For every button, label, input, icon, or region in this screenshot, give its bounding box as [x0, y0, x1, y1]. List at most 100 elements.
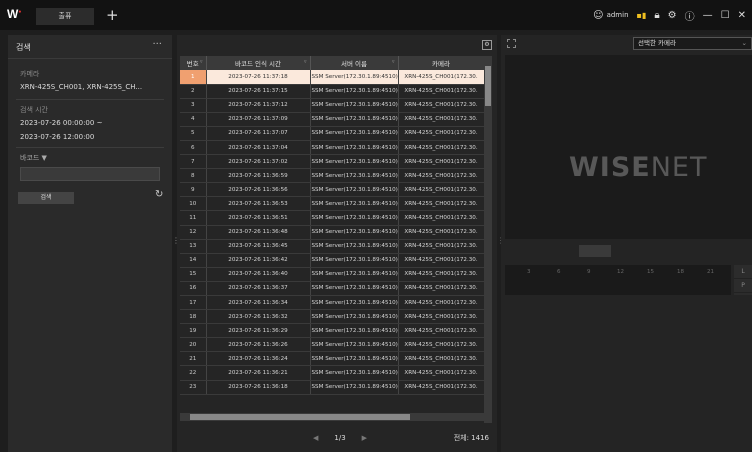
- barcode-input[interactable]: [20, 167, 160, 181]
- search-time-from[interactable]: 2023-07-26 00:00:00 ~: [20, 119, 102, 127]
- timeline-buttons: L P: [734, 265, 752, 295]
- cell-number: 21: [180, 351, 207, 367]
- cell-number: 10: [180, 196, 207, 212]
- cell-time: 2023-07-26 11:36:18: [206, 380, 311, 395]
- table-row[interactable]: 20 2023-07-26 11:36:26 SSM Server(172.30.1…: [180, 337, 485, 353]
- camera-select[interactable]: 선택한 카메라 ⌄: [633, 37, 752, 50]
- cell-server: SSM Server(172.30.1.89:4510): [310, 337, 399, 353]
- table-row[interactable]: 17 2023-07-26 11:36:34 SSM Server(172.30.1…: [180, 295, 485, 311]
- add-tab-button[interactable]: +: [106, 6, 119, 24]
- column-header-camera[interactable]: 카메라: [398, 56, 485, 70]
- table-row[interactable]: 15 2023-07-26 11:36:40 SSM Server(172.30.1…: [180, 267, 485, 282]
- search-time-to[interactable]: 2023-07-26 12:00:00: [20, 133, 94, 141]
- cell-time: 2023-07-26 11:36:40: [206, 267, 311, 282]
- table-row[interactable]: 10 2023-07-26 11:36:53 SSM Server(172.30.1…: [180, 196, 485, 212]
- table-row[interactable]: 4 2023-07-26 11:37:09 SSM Server(172.30.1.…: [180, 112, 485, 127]
- table-row[interactable]: 1 2023-07-26 11:37:18 SSM Server(172.30.1.…: [180, 70, 485, 85]
- search-time-label: 검색 시간: [20, 106, 48, 114]
- table-row[interactable]: 7 2023-07-26 11:37:02 SSM Server(172.30.1.…: [180, 154, 485, 170]
- table-row[interactable]: 8 2023-07-26 11:36:59 SSM Server(172.30.1.…: [180, 168, 485, 184]
- timeline-tick: 12: [617, 269, 624, 275]
- filter-icon[interactable]: ▿: [392, 59, 395, 65]
- cell-server: SSM Server(172.30.1.89:4510): [310, 295, 399, 311]
- table-row[interactable]: 11 2023-07-26 11:36:51 SSM Server(172.30.1…: [180, 210, 485, 226]
- maximize-icon[interactable]: ☐: [721, 10, 730, 21]
- prev-page-icon[interactable]: ◀: [313, 434, 318, 442]
- video-view[interactable]: WISENET: [505, 55, 752, 239]
- table-row[interactable]: 19 2023-07-26 11:36:29 SSM Server(172.30.1…: [180, 323, 485, 339]
- close-icon[interactable]: ✕: [738, 10, 746, 21]
- lock-icon[interactable]: 🔒︎: [654, 10, 659, 21]
- info-icon[interactable]: ⓘ: [685, 8, 695, 23]
- table-row[interactable]: 14 2023-07-26 11:36:42 SSM Server(172.30.1…: [180, 253, 485, 268]
- barcode-dropdown[interactable]: 바코드 ▼: [20, 153, 47, 163]
- cell-number: 16: [180, 281, 207, 297]
- cell-time: 2023-07-26 11:36:48: [206, 225, 311, 240]
- column-settings-icon[interactable]: ⚙: [482, 40, 492, 50]
- cell-number: 1: [180, 70, 207, 85]
- search-panel-header: 검색 ···: [8, 35, 172, 59]
- column-header-number[interactable]: 번호 ▿: [180, 56, 207, 70]
- table-row[interactable]: 13 2023-07-26 11:36:45 SSM Server(172.30.1…: [180, 239, 485, 254]
- column-header-time[interactable]: 바코드 인식 시간 ▿: [206, 56, 311, 70]
- viewer-panel: 선택한 카메라 ⌄ WISENET 3 6 9 12 15 18 21 L P: [501, 35, 752, 452]
- table-row[interactable]: 16 2023-07-26 11:36:37 SSM Server(172.30.1…: [180, 281, 485, 297]
- table-row[interactable]: 5 2023-07-26 11:37:07 SSM Server(172.30.1.…: [180, 126, 485, 141]
- cell-camera: XRN-425S_CH001(172.30.: [398, 140, 485, 156]
- table-body: 1 2023-07-26 11:37:18 SSM Server(172.30.1.…: [180, 70, 485, 395]
- timeline[interactable]: 3 6 9 12 15 18 21: [505, 265, 731, 295]
- scroll-thumb[interactable]: [485, 66, 491, 106]
- minimize-icon[interactable]: —: [703, 10, 713, 21]
- expand-icon[interactable]: [507, 39, 516, 48]
- refresh-icon[interactable]: ↻: [155, 189, 163, 200]
- cell-camera: XRN-425S_CH001(172.30.: [398, 210, 485, 226]
- table-row[interactable]: 12 2023-07-26 11:36:48 SSM Server(172.30.1…: [180, 225, 485, 240]
- signal-icon[interactable]: ▪▮: [637, 11, 647, 20]
- table-row[interactable]: 9 2023-07-26 11:36:56 SSM Server(172.30.1.…: [180, 182, 485, 198]
- cell-number: 5: [180, 126, 207, 141]
- cell-time: 2023-07-26 11:36:26: [206, 337, 311, 353]
- cell-number: 13: [180, 239, 207, 254]
- table-row[interactable]: 22 2023-07-26 11:36:21 SSM Server(172.30.1…: [180, 365, 485, 381]
- timeline-button-l[interactable]: L: [734, 265, 752, 279]
- cell-number: 11: [180, 210, 207, 226]
- cell-camera: XRN-425S_CH001(172.30.: [398, 70, 485, 85]
- cell-number: 18: [180, 309, 207, 325]
- table-row[interactable]: 18 2023-07-26 11:36:32 SSM Server(172.30.1…: [180, 309, 485, 325]
- cell-time: 2023-07-26 11:36:45: [206, 239, 311, 254]
- cell-time: 2023-07-26 11:36:29: [206, 323, 311, 339]
- table-row[interactable]: 21 2023-07-26 11:36:24 SSM Server(172.30.1…: [180, 351, 485, 367]
- user-name[interactable]: admin: [607, 11, 629, 19]
- wisenet-logo: WISENET: [569, 152, 708, 183]
- search-button[interactable]: 검색: [18, 192, 74, 204]
- more-options-icon[interactable]: ···: [152, 39, 162, 50]
- cell-number: 12: [180, 225, 207, 240]
- timeline-button-p[interactable]: P: [734, 279, 752, 293]
- vertical-scrollbar[interactable]: [484, 56, 492, 423]
- results-toolbar: ⚙: [177, 35, 497, 55]
- user-icon[interactable]: ☺: [593, 10, 603, 21]
- filter-icon[interactable]: ▿: [200, 59, 203, 65]
- timeline-tick: 3: [527, 269, 531, 275]
- cell-camera: XRN-425S_CH001(172.30.: [398, 182, 485, 198]
- playback-control[interactable]: [579, 245, 611, 257]
- cell-camera: XRN-425S_CH001(172.30.: [398, 98, 485, 113]
- scroll-thumb[interactable]: [190, 414, 410, 420]
- table-header: 번호 ▿ 바코드 인식 시간 ▿ 서버 이름 ▿ 카메라: [180, 56, 485, 70]
- horizontal-scrollbar[interactable]: [180, 413, 484, 421]
- table-row[interactable]: 23 2023-07-26 11:36:18 SSM Server(172.30.1…: [180, 380, 485, 395]
- cell-number: 7: [180, 154, 207, 170]
- tab-main[interactable]: 출퓨: [36, 8, 94, 25]
- camera-value[interactable]: XRN-425S_CH001, XRN-425S_CH...: [20, 83, 142, 91]
- gear-icon[interactable]: ⚙: [668, 10, 677, 21]
- cell-server: SSM Server(172.30.1.89:4510): [310, 253, 399, 268]
- table-row[interactable]: 3 2023-07-26 11:37:12 SSM Server(172.30.1.…: [180, 98, 485, 113]
- cell-camera: XRN-425S_CH001(172.30.: [398, 168, 485, 184]
- table-row[interactable]: 2 2023-07-26 11:37:15 SSM Server(172.30.1.…: [180, 84, 485, 99]
- table-row[interactable]: 6 2023-07-26 11:37:04 SSM Server(172.30.1.…: [180, 140, 485, 156]
- cell-time: 2023-07-26 11:36:53: [206, 196, 311, 212]
- timeline-tick: 9: [587, 269, 591, 275]
- next-page-icon[interactable]: ▶: [362, 434, 367, 442]
- column-header-server[interactable]: 서버 이름 ▿: [310, 56, 399, 70]
- filter-icon[interactable]: ▿: [304, 59, 307, 65]
